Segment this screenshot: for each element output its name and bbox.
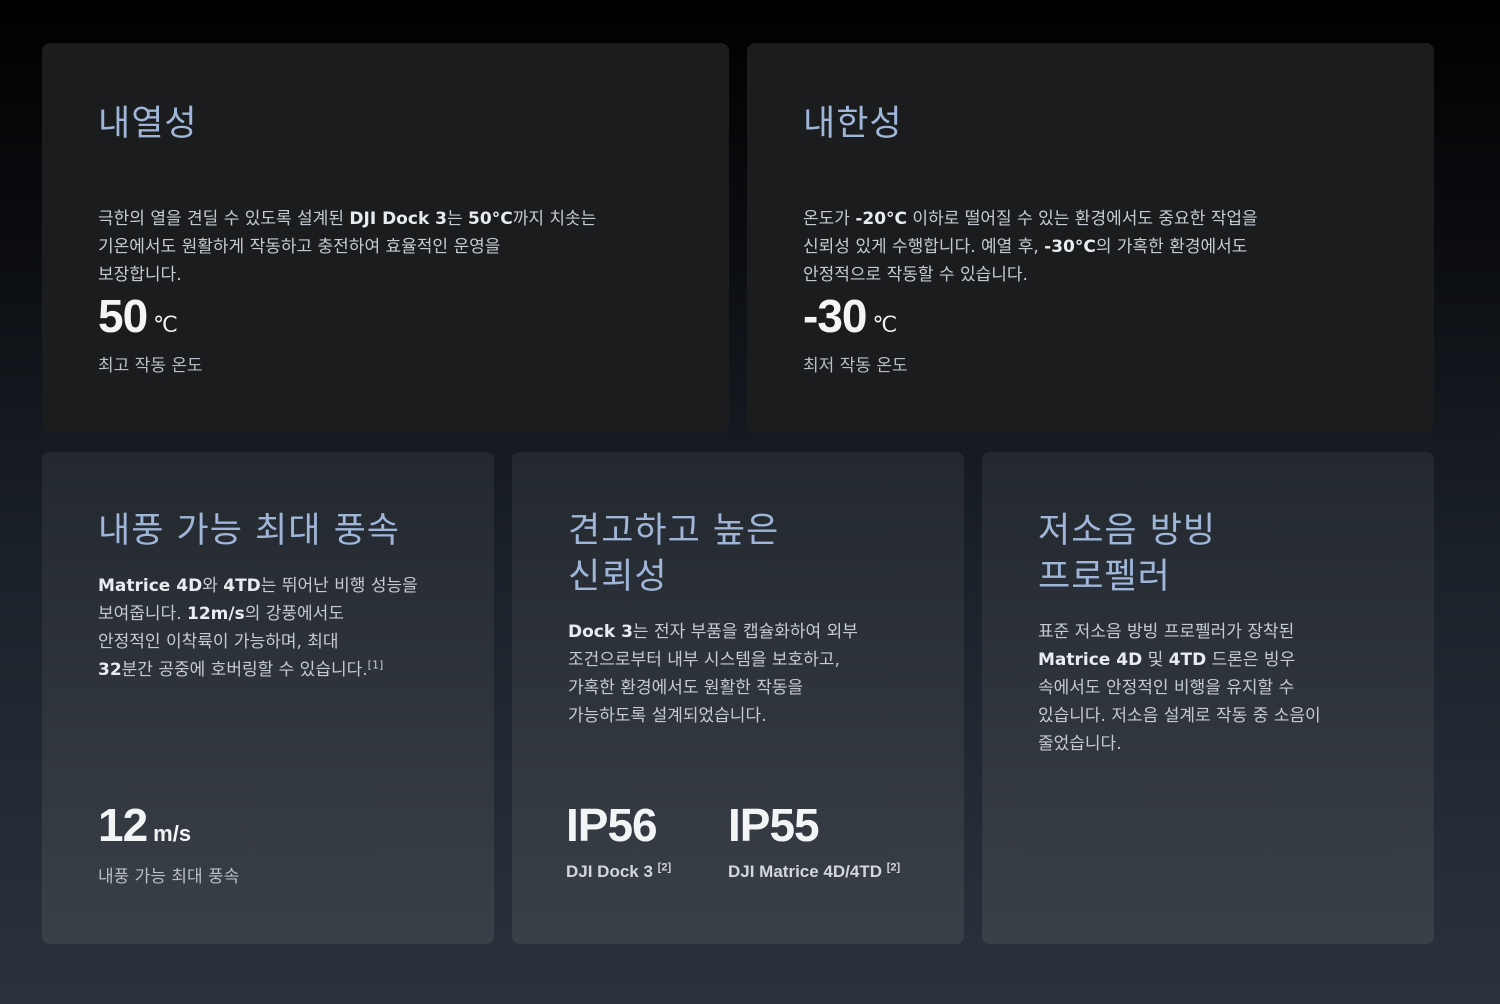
cold-card-description: 온도가 -20°C 이하로 떨어질 수 있는 환경에서도 중요한 작업을 신뢰성… [803,209,1258,285]
wind-card-description: Matrice 4D와 4TD는 뛰어난 비행 성능을 보여줍니다. 12m/s… [98,576,418,680]
prop-card-title: 저소음 방빙 프로펠러 [1038,511,1217,597]
celsius-unit: ℃ [153,312,178,337]
footnote-ref-2[interactable]: [2] [658,861,671,873]
cold-card-title: 내한성 [803,104,903,144]
max-temp-value: 50 ℃ [98,290,178,342]
celsius-unit: ℃ [872,312,898,337]
wind-resistance-card: 내풍 가능 최대 풍속 Matrice 4D와 4TD는 뛰어난 비행 성능을 … [42,452,494,944]
max-temp-label: 최고 작동 온도 [98,356,203,376]
min-temp-label: 최저 작동 온도 [803,356,908,376]
heat-card-title: 내열성 [98,104,198,144]
dock-ip-rating: IP56 [566,799,658,851]
wind-unit: m/s [153,821,192,846]
footnote-ref-1[interactable]: [1] [368,658,384,671]
drone-ip-rating: IP55 [728,799,820,851]
prop-card-description: 표준 저소음 방빙 프로펠러가 장착된 Matrice 4D 및 4TD 드론은… [1038,622,1321,754]
reliability-card: 견고하고 높은 신뢰성 Dock 3는 전자 부품을 캡슐화하여 외부 조건으로… [512,452,964,944]
dock-ip-label: DJI Dock 3 [2] [566,861,672,881]
heat-card-description: 극한의 열을 견딜 수 있도록 설계된 DJI Dock 3는 50°C까지 치… [98,209,597,285]
ip-card-description: Dock 3는 전자 부품을 캡슐화하여 외부 조건으로부터 내부 시스템을 보… [568,622,858,726]
max-wind-label: 내풍 가능 최대 풍속 [98,867,240,887]
cold-resistance-card: 내한성 온도가 -20°C 이하로 떨어질 수 있는 환경에서도 중요한 작업을… [747,43,1434,433]
ip-card-title: 견고하고 높은 신뢰성 [568,511,780,597]
drone-ip-label: DJI Matrice 4D/4TD [2] [728,861,901,881]
wind-card-title: 내풍 가능 최대 풍속 [98,511,400,551]
propeller-card: 저소음 방빙 프로펠러 표준 저소음 방빙 프로펠러가 장착된 Matrice … [982,452,1434,944]
heat-resistance-card: 내열성 극한의 열을 견딜 수 있도록 설계된 DJI Dock 3는 50°C… [42,43,729,433]
min-temp-value: -30 ℃ [803,290,898,342]
footnote-ref-2[interactable]: [2] [887,861,900,873]
max-wind-value: 12 m/s [98,799,192,851]
